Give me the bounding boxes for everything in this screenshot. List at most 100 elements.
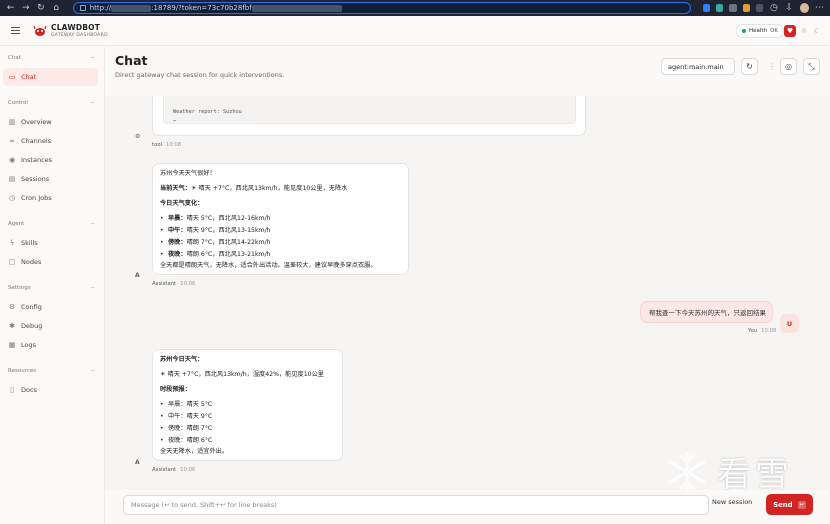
- url-text: http://:18789/?token=73c70b28fbf: [90, 4, 342, 12]
- extension-icon[interactable]: [729, 4, 737, 12]
- page-title: Chat: [115, 53, 148, 68]
- extension-icon[interactable]: [742, 4, 750, 12]
- download-icon[interactable]: ⇩: [785, 0, 794, 16]
- sun-icon[interactable]: ☼: [798, 25, 810, 37]
- status-dot-icon: [742, 29, 746, 33]
- user-avatar: U: [780, 314, 799, 333]
- message-meta: tool 10:08: [152, 142, 182, 148]
- message-text: 早晨：晴天 5°C: [168, 401, 213, 408]
- tool-avatar-icon: ⚙: [135, 133, 141, 140]
- send-label: Send: [773, 500, 793, 509]
- send-button[interactable]: Send ↩: [766, 494, 813, 515]
- clawdbot-logo-icon: [33, 25, 47, 36]
- sidebar-section-title: Resources: [8, 368, 37, 374]
- message-text: 时段预报：: [160, 386, 191, 393]
- reload-icon[interactable]: ↻: [36, 0, 45, 16]
- collapse-section-icon[interactable]: −: [90, 220, 95, 227]
- sidebar-item-logs[interactable]: ▦ Logs: [3, 336, 98, 354]
- sidebar-item-label: Debug: [21, 322, 43, 330]
- assistant-avatar: A: [135, 459, 140, 466]
- sidebar-item-docs[interactable]: ▯ Docs: [3, 381, 98, 399]
- file-icon: ▤: [8, 175, 16, 183]
- profile-avatar[interactable]: [799, 3, 809, 13]
- extension-icon[interactable]: [702, 4, 711, 12]
- message-text: 傍晚：晴朗 7°C: [168, 425, 213, 432]
- tool-output-text: …: [173, 117, 177, 123]
- sidebar-section-title: Control: [8, 100, 28, 106]
- zap-icon: ϟ: [9, 239, 15, 247]
- sidebar-item-label: Nodes: [21, 258, 42, 266]
- sidebar-item-instances[interactable]: ◉ Instances: [3, 151, 98, 169]
- home-icon[interactable]: ⌂: [52, 0, 61, 16]
- radio-icon: ◉: [8, 156, 16, 164]
- more-icon[interactable]: ⋯: [815, 0, 824, 16]
- message-meta: You 10:08: [748, 328, 777, 334]
- collapse-icon[interactable]: ⤡: [803, 58, 820, 75]
- chat-icon: ▭: [8, 73, 16, 81]
- tool-output-card: Weather report: Suzhou …: [152, 96, 586, 136]
- sidebar-item-config[interactable]: ⚙ Config: [3, 298, 98, 316]
- bar-chart-icon: ▥: [8, 118, 16, 126]
- message-input[interactable]: Message (↩ to send, Shift+↩ for line bre…: [123, 495, 709, 515]
- message-text: 早晨：晴天 5°C，西北风12-16km/h: [168, 215, 271, 222]
- sidebar-item-sessions[interactable]: ▤ Sessions: [3, 170, 98, 188]
- message-text: 夜晚：晴朗 6°C: [168, 437, 213, 444]
- collapse-section-icon[interactable]: −: [90, 99, 95, 106]
- sidebar-item-skills[interactable]: ϟ Skills: [3, 234, 98, 252]
- back-icon[interactable]: ←: [6, 0, 15, 16]
- forward-icon[interactable]: →: [21, 0, 30, 16]
- message-text: 苏州今日天气：: [160, 356, 204, 363]
- health-status: OK: [770, 28, 778, 34]
- watermark: 看雪: [665, 447, 793, 496]
- health-label: Health: [749, 28, 768, 34]
- message-text: ☀ 晴天 +7°C，西北风13km/h，湿度42%，能见度10公里: [160, 371, 324, 378]
- extension-icon[interactable]: [716, 4, 724, 12]
- focus-icon[interactable]: ◎: [780, 58, 797, 75]
- gear-icon: ⚙: [8, 303, 16, 311]
- message-text: 傍晚：晴朗 7°C，西北风14-22km/h: [168, 239, 271, 246]
- sidebar-item-label: Docs: [21, 386, 37, 394]
- agent-select[interactable]: agent:main:main: [661, 58, 735, 75]
- bug-icon: ✱: [9, 322, 15, 330]
- message-text: 全天都是晴朗天气，无降水，适合外出活动。温差较大，建议早晚多穿点衣服。: [160, 262, 377, 269]
- sidebar-item-label: Skills: [21, 239, 38, 247]
- refresh-icon[interactable]: ↻: [741, 58, 758, 75]
- new-session-button[interactable]: New session: [712, 498, 752, 506]
- security-icon: [79, 5, 86, 11]
- sidebar-item-overview[interactable]: ▥ Overview: [3, 113, 98, 131]
- sidebar-item-chat[interactable]: ▭ Chat: [3, 68, 98, 86]
- collapse-section-icon[interactable]: −: [90, 367, 95, 374]
- moon-icon[interactable]: ☾: [811, 25, 823, 37]
- tool-output-text: Weather report: Suzhou: [173, 109, 242, 115]
- sidebar-item-channels[interactable]: ∞ Channels: [3, 132, 98, 150]
- user-message: 帮我查一下今天苏州的天气，只返回结果: [640, 301, 773, 323]
- sidebar-section-title: Settings: [8, 285, 31, 291]
- menu-icon[interactable]: [11, 26, 25, 35]
- sidebar-item-label: Channels: [21, 137, 52, 145]
- sidebar-section-title: Agent: [8, 221, 25, 227]
- app-header: CLAWDBOT GATEWAY DASHBOARD Health OK ♥ ☼…: [0, 16, 830, 46]
- health-badge: Health OK: [736, 24, 784, 38]
- extension-icon[interactable]: [756, 4, 764, 12]
- monitor-icon: ▢: [8, 258, 16, 266]
- sidebar-item-label: Instances: [21, 156, 53, 164]
- alert-icon[interactable]: ♥: [784, 25, 796, 37]
- sidebar-section-title: Chat: [8, 55, 21, 61]
- collapse-section-icon[interactable]: −: [90, 284, 95, 291]
- sidebar-item-label: Chat: [21, 73, 37, 81]
- address-bar[interactable]: http://:18789/?token=73c70b28fbf: [72, 2, 691, 14]
- message-text: 苏州今天天气很好！: [160, 170, 216, 177]
- message-text: 全天无降水，适宜外出。: [160, 448, 229, 455]
- browser-toolbar: ← → ↻ ⌂ http://:18789/?token=73c70b28fbf…: [0, 0, 830, 16]
- sidebar-item-nodes[interactable]: ▢ Nodes: [3, 253, 98, 271]
- sidebar-item-label: Overview: [21, 118, 52, 126]
- document-icon: ▦: [8, 341, 16, 349]
- sidebar-item-debug[interactable]: ✱ Debug: [3, 317, 98, 335]
- assistant-avatar: A: [135, 272, 140, 279]
- history-icon[interactable]: ◷: [769, 0, 778, 16]
- message-text: 夜晚：晴朗 6°C，西北风13-21km/h: [168, 251, 271, 258]
- collapse-section-icon[interactable]: −: [90, 54, 95, 61]
- link-icon: ∞: [9, 137, 15, 145]
- sidebar-item-cron-jobs[interactable]: ◷ Cron Jobs: [3, 189, 98, 207]
- enter-key-icon: ↩: [797, 500, 806, 509]
